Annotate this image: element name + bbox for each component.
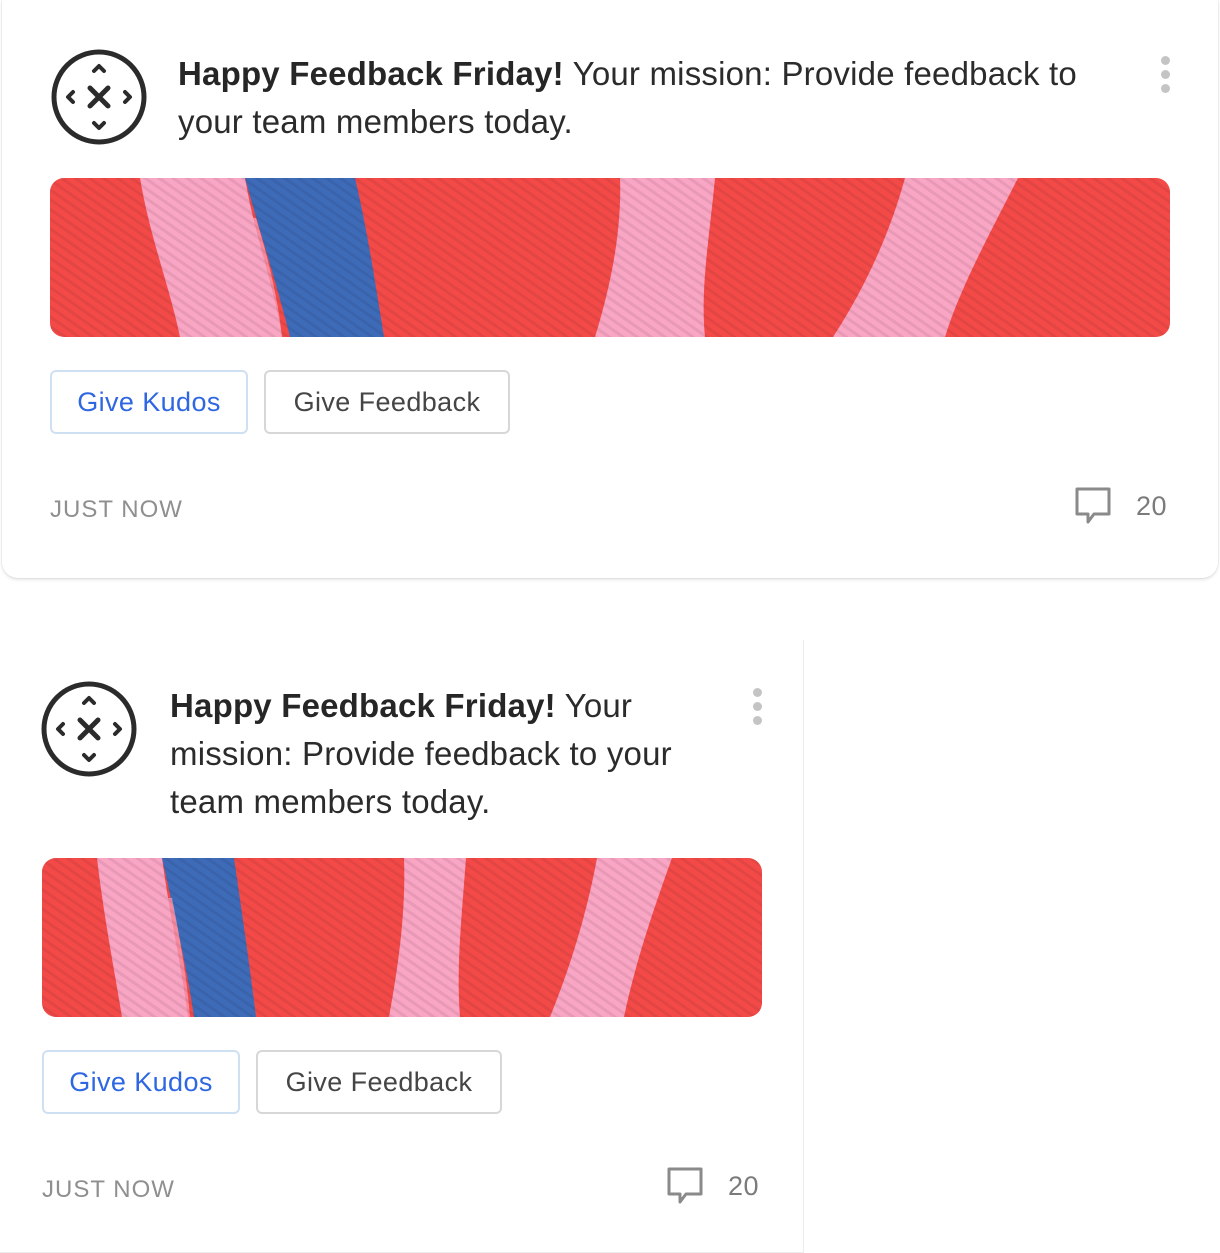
speech-bubble-icon <box>1074 486 1112 526</box>
post-timestamp: JUST NOW <box>50 496 183 523</box>
comment-count: 20 <box>728 1170 760 1201</box>
post-title-bold: Happy Feedback Friday! <box>178 55 564 92</box>
post-message: Happy Feedback Friday! Your mission: Pro… <box>170 682 730 826</box>
speech-bubble-icon <box>666 1166 704 1206</box>
comments-button[interactable]: 20 <box>666 1166 759 1206</box>
comments-button[interactable]: 20 <box>1074 486 1167 526</box>
vertical-dots-icon[interactable] <box>1154 54 1178 94</box>
compass-cross-icon <box>50 48 148 146</box>
post-banner-image <box>42 858 762 1017</box>
give-feedback-button[interactable]: Give Feedback <box>264 370 510 434</box>
feed-post-card: Happy Feedback Friday! Your mission: Pro… <box>2 0 1218 578</box>
give-kudos-button[interactable]: Give Kudos <box>50 370 248 434</box>
post-title-bold: Happy Feedback Friday! <box>170 687 556 724</box>
feed-post-card: Happy Feedback Friday! Your mission: Pro… <box>0 640 804 1253</box>
give-feedback-button[interactable]: Give Feedback <box>256 1050 502 1114</box>
give-kudos-button[interactable]: Give Kudos <box>42 1050 240 1114</box>
post-banner-image <box>50 178 1170 337</box>
vertical-dots-icon[interactable] <box>746 686 770 726</box>
post-timestamp: JUST NOW <box>42 1176 175 1203</box>
compass-cross-icon <box>40 680 138 778</box>
post-message: Happy Feedback Friday! Your mission: Pro… <box>178 50 1108 146</box>
comment-count: 20 <box>1136 490 1168 521</box>
